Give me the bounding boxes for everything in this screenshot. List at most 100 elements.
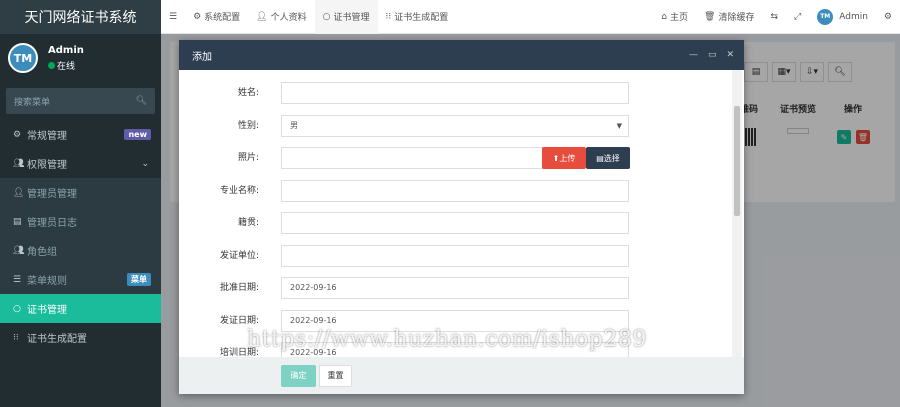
photo-input[interactable] bbox=[281, 147, 543, 169]
sidebar-search-input[interactable]: 搜索菜单 🔍︎ bbox=[6, 88, 155, 114]
upload-icon: ⬆ bbox=[552, 153, 560, 163]
sidebar-item-label: 证书管理 bbox=[27, 305, 67, 316]
sidebar-item-menu-rules[interactable]: ☰ 菜单规则 菜单 bbox=[0, 265, 161, 294]
user-icon: 👤︎ bbox=[13, 187, 25, 198]
form-row-gender: 性别: 男 ▼ bbox=[179, 115, 744, 137]
sidebar-item-admins[interactable]: 👤︎ 管理员管理 bbox=[0, 178, 161, 207]
dialog-title: 添加 bbox=[192, 51, 212, 63]
app-title[interactable]: 天门网络证书系统 bbox=[0, 0, 161, 34]
tab-label: 证书生成配置 bbox=[394, 13, 449, 23]
tab-profile[interactable]: 👤︎ 个人资料 bbox=[248, 0, 314, 34]
field-label: 专业名称: bbox=[219, 186, 259, 196]
sidebar-item-permissions[interactable]: 👥︎ 权限管理 ⌄ bbox=[0, 149, 161, 178]
dialog-header: 添加 — ▭ ✕ bbox=[179, 40, 744, 70]
group-icon: 👥︎ bbox=[13, 245, 25, 256]
form-row-major: 专业名称: bbox=[179, 180, 744, 202]
upload-button[interactable]: ⬆ 上传 bbox=[542, 147, 586, 169]
approval-date-input[interactable]: 2022-09-16 bbox=[281, 277, 629, 299]
dialog-scrollbar[interactable] bbox=[732, 70, 742, 357]
header-user-name: Admin bbox=[839, 11, 868, 22]
form-row-issuer: 发证单位: bbox=[179, 245, 744, 267]
avatar: TM bbox=[817, 8, 834, 25]
sidebar-item-cert-config[interactable]: ⁝⁝ 证书生成配置 bbox=[0, 323, 161, 352]
gears-icon: ⚙ bbox=[13, 129, 22, 140]
search-placeholder: 搜索菜单 bbox=[14, 97, 51, 108]
gender-select[interactable]: 男 ▼ bbox=[281, 115, 629, 137]
sidebar-toggle-button[interactable]: ☰ bbox=[161, 0, 185, 34]
translate-button[interactable]: ⇆ bbox=[762, 0, 786, 34]
field-label: 姓名: bbox=[237, 88, 259, 98]
home-label: 主页 bbox=[670, 13, 689, 23]
users-icon: 👥︎ bbox=[13, 158, 25, 169]
sidebar-item-certificates[interactable]: ○ 证书管理 bbox=[0, 294, 161, 323]
status-text: 在线 bbox=[57, 61, 76, 72]
home-icon: ⌂ bbox=[661, 11, 668, 22]
user-panel: TM Admin 在线 bbox=[0, 34, 161, 82]
online-dot-icon bbox=[48, 61, 55, 69]
field-label: 发证单位: bbox=[219, 251, 259, 261]
caret-down-icon: ▼ bbox=[616, 122, 622, 130]
fullscreen-button[interactable]: ⤢ bbox=[786, 0, 809, 34]
user-icon: 👤︎ bbox=[256, 11, 268, 22]
native-place-input[interactable] bbox=[281, 212, 629, 234]
issuer-input[interactable] bbox=[281, 245, 629, 267]
grid-icon: ⁝⁝ bbox=[13, 332, 19, 343]
sidebar: 天门网络证书系统 TM Admin 在线 搜索菜单 🔍︎ ⚙ 常规管理 new 👥︎… bbox=[0, 0, 161, 407]
clear-cache-label: 清除缓存 bbox=[718, 13, 755, 23]
gender-value: 男 bbox=[290, 121, 298, 130]
field-label: 批准日期: bbox=[219, 283, 259, 293]
gears-icon: ⚙ bbox=[883, 11, 892, 22]
sidebar-item-roles[interactable]: 👥︎ 角色组 bbox=[0, 236, 161, 265]
sidebar-item-general[interactable]: ⚙ 常规管理 new bbox=[0, 120, 161, 149]
avatar: TM bbox=[8, 43, 38, 73]
search-icon[interactable]: 🔍︎ bbox=[136, 96, 147, 106]
form-row-name: 姓名: bbox=[179, 82, 744, 104]
close-icon[interactable]: ✕ bbox=[726, 50, 734, 60]
chevron-down-icon: ⌄ bbox=[141, 158, 149, 169]
sidebar-item-label: 菜单规则 bbox=[27, 276, 67, 287]
tab-certificates[interactable]: ○ 证书管理 bbox=[314, 0, 378, 34]
select-button[interactable]: ▤ 选择 bbox=[586, 147, 630, 169]
sidebar-item-label: 常规管理 bbox=[27, 131, 67, 142]
dialog-body: 姓名: 性别: 男 ▼ 照片: ⬆ 上传 ▤ 选择 专业名称: 籍贯: 发证单位: 批… bbox=[179, 70, 744, 357]
sidebar-item-label: 管理员日志 bbox=[27, 218, 77, 229]
trash-icon: 🗑︎ bbox=[704, 11, 716, 22]
sidebar-item-admin-log[interactable]: ▤ 管理员日志 bbox=[0, 207, 161, 236]
major-input[interactable] bbox=[281, 180, 629, 202]
scrollbar-thumb[interactable] bbox=[734, 106, 740, 216]
sidebar-item-label: 权限管理 bbox=[27, 160, 67, 171]
sidebar-menu: ⚙ 常规管理 new 👥︎ 权限管理 ⌄ 👤︎ 管理员管理 ▤ 管理员日志 👥︎ 角色组 ☰ 菜… bbox=[0, 120, 161, 352]
sidebar-item-label: 证书生成配置 bbox=[27, 334, 87, 345]
clear-cache-button[interactable]: 🗑︎ 清除缓存 bbox=[696, 0, 762, 34]
user-status: 在线 bbox=[48, 59, 84, 72]
minimize-icon[interactable]: — bbox=[689, 50, 698, 60]
tab-label: 系统配置 bbox=[204, 13, 241, 23]
tab-system-config[interactable]: ⚙ 系统配置 bbox=[185, 0, 248, 34]
form-row-native-place: 籍贯: bbox=[179, 212, 744, 234]
form-row-approval-date: 批准日期: 2022-09-16 bbox=[179, 277, 744, 299]
sidebar-item-label: 管理员管理 bbox=[27, 189, 77, 200]
confirm-button[interactable]: 确定 bbox=[281, 364, 316, 387]
user-menu[interactable]: TM Admin bbox=[809, 0, 876, 34]
list-icon: ▤ bbox=[13, 216, 22, 227]
bars-icon: ☰ bbox=[169, 11, 178, 22]
list-icon: ▤ bbox=[596, 153, 604, 163]
name-input[interactable] bbox=[281, 82, 629, 104]
reset-button[interactable]: 重置 bbox=[319, 364, 352, 387]
dialog-footer: 确定 重置 bbox=[179, 357, 744, 394]
home-link[interactable]: ⌂ 主页 bbox=[653, 0, 696, 34]
tab-label: 证书管理 bbox=[333, 13, 370, 23]
new-badge: new bbox=[124, 129, 151, 140]
select-label: 选择 bbox=[603, 153, 620, 163]
top-navbar: ☰ ⚙ 系统配置 👤︎ 个人资料 ○ 证书管理 ⁝⁝ 证书生成配置 ⌂ 主页 🗑︎ 清除缓存… bbox=[161, 0, 900, 34]
field-label: 籍贯: bbox=[237, 218, 259, 228]
upload-label: 上传 bbox=[559, 153, 576, 163]
circle-icon: ○ bbox=[13, 303, 21, 314]
maximize-icon[interactable]: ▭ bbox=[708, 50, 717, 60]
expand-icon: ⤢ bbox=[794, 11, 802, 22]
grid-icon: ⁝⁝ bbox=[385, 11, 392, 22]
menu-badge: 菜单 bbox=[127, 273, 151, 286]
user-name: Admin bbox=[48, 44, 84, 56]
settings-button[interactable]: ⚙ bbox=[876, 0, 900, 34]
tab-cert-config[interactable]: ⁝⁝ 证书生成配置 bbox=[378, 0, 457, 34]
